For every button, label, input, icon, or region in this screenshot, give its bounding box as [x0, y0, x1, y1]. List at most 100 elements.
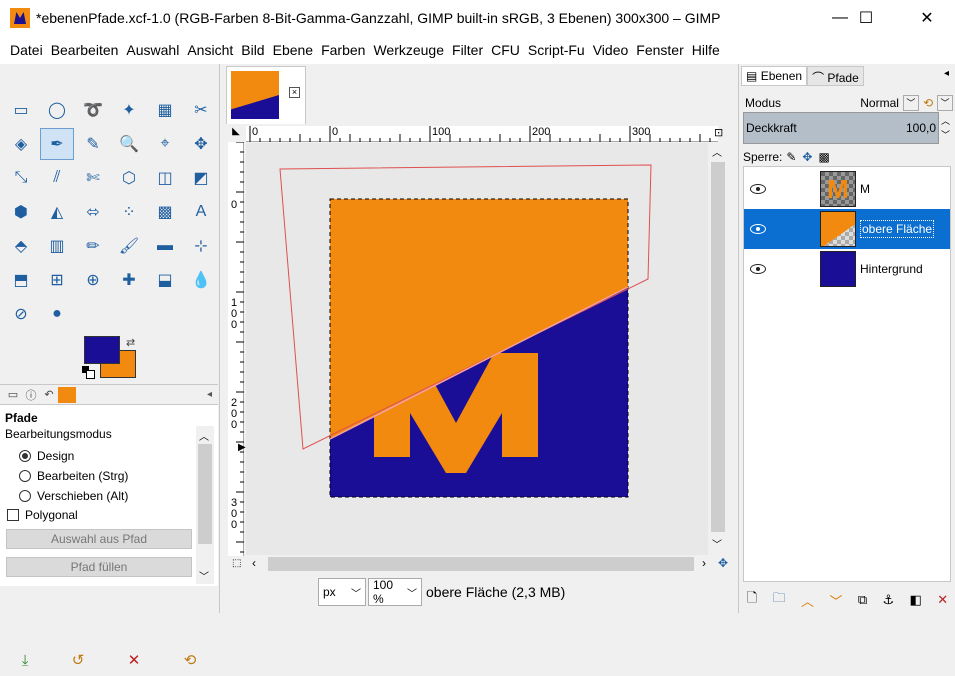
tool-button-14[interactable]: ✄	[76, 162, 110, 194]
menu-farben[interactable]: Farben	[321, 40, 365, 60]
mode-dropdown-icon[interactable]: ﹀	[902, 95, 919, 111]
unit-select[interactable]: px ﹀	[318, 578, 366, 606]
tool-button-10[interactable]: ⌖	[148, 128, 182, 160]
delete-options-icon[interactable]: ✕	[128, 651, 141, 669]
fill-path-button[interactable]: Pfad füllen	[6, 557, 192, 577]
reset-colors-icon[interactable]	[82, 366, 95, 379]
mode-design-radio[interactable]: Design	[19, 449, 74, 463]
menu-ansicht[interactable]: Ansicht	[187, 40, 233, 60]
menu-script-fu[interactable]: Script-Fu	[528, 40, 585, 60]
tool-button-4[interactable]: ▦	[148, 94, 182, 126]
tool-button-28[interactable]: ▬	[148, 230, 182, 262]
menu-fenster[interactable]: Fenster	[636, 40, 683, 60]
scroll-down-icon[interactable]: ﹀	[199, 568, 209, 583]
new-layer-icon[interactable]: 🗋	[747, 589, 757, 611]
tool-button-31[interactable]: ⊞	[40, 264, 74, 296]
tool-button-37[interactable]: ●	[40, 298, 74, 330]
zoom-select[interactable]: 100 % ﹀	[368, 578, 422, 606]
image-tab[interactable]: ×	[226, 66, 306, 124]
lower-layer-icon[interactable]: ﹀	[829, 591, 842, 610]
tool-button-23[interactable]: A	[184, 196, 218, 228]
images-tab-icon[interactable]	[58, 386, 76, 403]
tab-layers[interactable]: ▤ Ebenen	[741, 66, 808, 86]
layer-row-hintergrund[interactable]: Hintergrund	[744, 249, 950, 289]
tool-button-2[interactable]: ➰	[76, 94, 110, 126]
lock-position-icon[interactable]: ✥	[802, 150, 812, 164]
canvas-drawing[interactable]	[246, 143, 708, 555]
layer-mask-icon[interactable]: ◧	[910, 592, 922, 608]
tool-button-20[interactable]: ⬄	[76, 196, 110, 228]
device-status-tab-icon[interactable]: ⓘ	[22, 387, 40, 403]
mode-edit-radio[interactable]: Bearbeiten (Strg)	[19, 469, 128, 483]
anchor-layer-icon[interactable]: ⚓	[883, 592, 895, 608]
radio-indicator[interactable]	[19, 470, 31, 482]
tool-button-21[interactable]: ⁘	[112, 196, 146, 228]
save-options-icon[interactable]: ⤓	[22, 652, 29, 669]
menu-werkzeuge[interactable]: Werkzeuge	[373, 40, 444, 60]
hscroll-thumb[interactable]	[268, 557, 694, 571]
tool-button-15[interactable]: ⬡	[112, 162, 146, 194]
layer-name[interactable]: obere Fläche	[860, 220, 935, 238]
scroll-up-icon[interactable]: ︿	[712, 144, 722, 159]
undo-history-tab-icon[interactable]: ↶	[40, 387, 58, 403]
radio-indicator[interactable]	[19, 490, 31, 502]
scroll-down-icon[interactable]: ﹀	[712, 536, 722, 551]
layer-row-obere-flaeche[interactable]: obere Fläche	[744, 209, 950, 249]
tool-button-17[interactable]: ◩	[184, 162, 218, 194]
menu-video[interactable]: Video	[593, 40, 629, 60]
tool-button-33[interactable]: ✚	[112, 264, 146, 296]
tool-button-13[interactable]: ⫽	[40, 162, 74, 194]
tool-button-8[interactable]: ✎	[76, 128, 110, 160]
mode-reset-icon[interactable]: ⟲	[923, 96, 933, 110]
image-canvas[interactable]	[246, 143, 708, 555]
close-tab-icon[interactable]: ×	[289, 87, 300, 98]
reset-options-icon[interactable]: ⟲	[184, 651, 197, 669]
opacity-slider[interactable]: Deckkraft 100,0	[743, 112, 939, 144]
checkbox-box[interactable]	[7, 509, 19, 521]
lock-pixels-icon[interactable]: ✎	[786, 150, 796, 164]
tool-button-11[interactable]: ✥	[184, 128, 218, 160]
navigate-icon[interactable]: ⬚	[232, 558, 241, 569]
tool-button-7[interactable]: ✒	[40, 128, 74, 160]
tool-button-16[interactable]: ◫	[148, 162, 182, 194]
vertical-scrollbar[interactable]	[710, 154, 726, 544]
duplicate-layer-icon[interactable]: ⧉	[858, 592, 867, 608]
menu-datei[interactable]: Datei	[10, 40, 43, 60]
tool-button-5[interactable]: ✂	[184, 94, 218, 126]
tab-paths[interactable]: ⌒ Pfade	[807, 66, 864, 86]
menu-bild[interactable]: Bild	[241, 40, 264, 60]
mode-more-icon[interactable]: ﹀	[937, 95, 953, 111]
visibility-eye-icon[interactable]	[750, 224, 766, 234]
menu-bearbeiten[interactable]: Bearbeiten	[51, 40, 119, 60]
tool-button-36[interactable]: ⊘	[4, 298, 38, 330]
tool-button-6[interactable]: ◈	[4, 128, 38, 160]
tool-button-22[interactable]: ▩	[148, 196, 182, 228]
tool-button-32[interactable]: ⊕	[76, 264, 110, 296]
tool-button-26[interactable]: ✏	[76, 230, 110, 262]
tool-button-0[interactable]: ▭	[4, 94, 38, 126]
menu-filter[interactable]: Filter	[452, 40, 483, 60]
mode-value[interactable]: Normal	[860, 96, 899, 110]
menu-cfu[interactable]: CFU	[491, 40, 520, 60]
tool-options-scrollbar[interactable]: ︿ ﹀	[196, 426, 214, 584]
opacity-down-icon[interactable]: ﹀	[941, 128, 950, 141]
menu-hilfe[interactable]: Hilfe	[692, 40, 720, 60]
visibility-eye-icon[interactable]	[750, 264, 766, 274]
radio-indicator[interactable]	[19, 450, 31, 462]
new-layer-group-icon[interactable]: 🗀	[773, 589, 786, 611]
tool-button-1[interactable]: ◯	[40, 94, 74, 126]
maximize-button[interactable]: ☐	[843, 0, 889, 36]
foreground-color-swatch[interactable]	[84, 336, 120, 364]
layer-row-m[interactable]: M M	[744, 169, 950, 209]
restore-options-icon[interactable]: ↺	[72, 651, 85, 669]
navigate-move-icon[interactable]: ✥	[718, 556, 728, 570]
tool-button-18[interactable]: ⬢	[4, 196, 38, 228]
quick-mask-corner-icon[interactable]: ◣	[228, 126, 244, 142]
scroll-up-icon[interactable]: ︿	[199, 428, 209, 443]
delete-layer-icon[interactable]: ✕	[937, 592, 948, 608]
polygonal-checkbox[interactable]: Polygonal	[7, 508, 78, 522]
menu-auswahl[interactable]: Auswahl	[126, 40, 179, 60]
close-button[interactable]: ✕	[904, 0, 950, 36]
tool-button-24[interactable]: ⬘	[4, 230, 38, 262]
tool-button-35[interactable]: 💧	[184, 264, 218, 296]
